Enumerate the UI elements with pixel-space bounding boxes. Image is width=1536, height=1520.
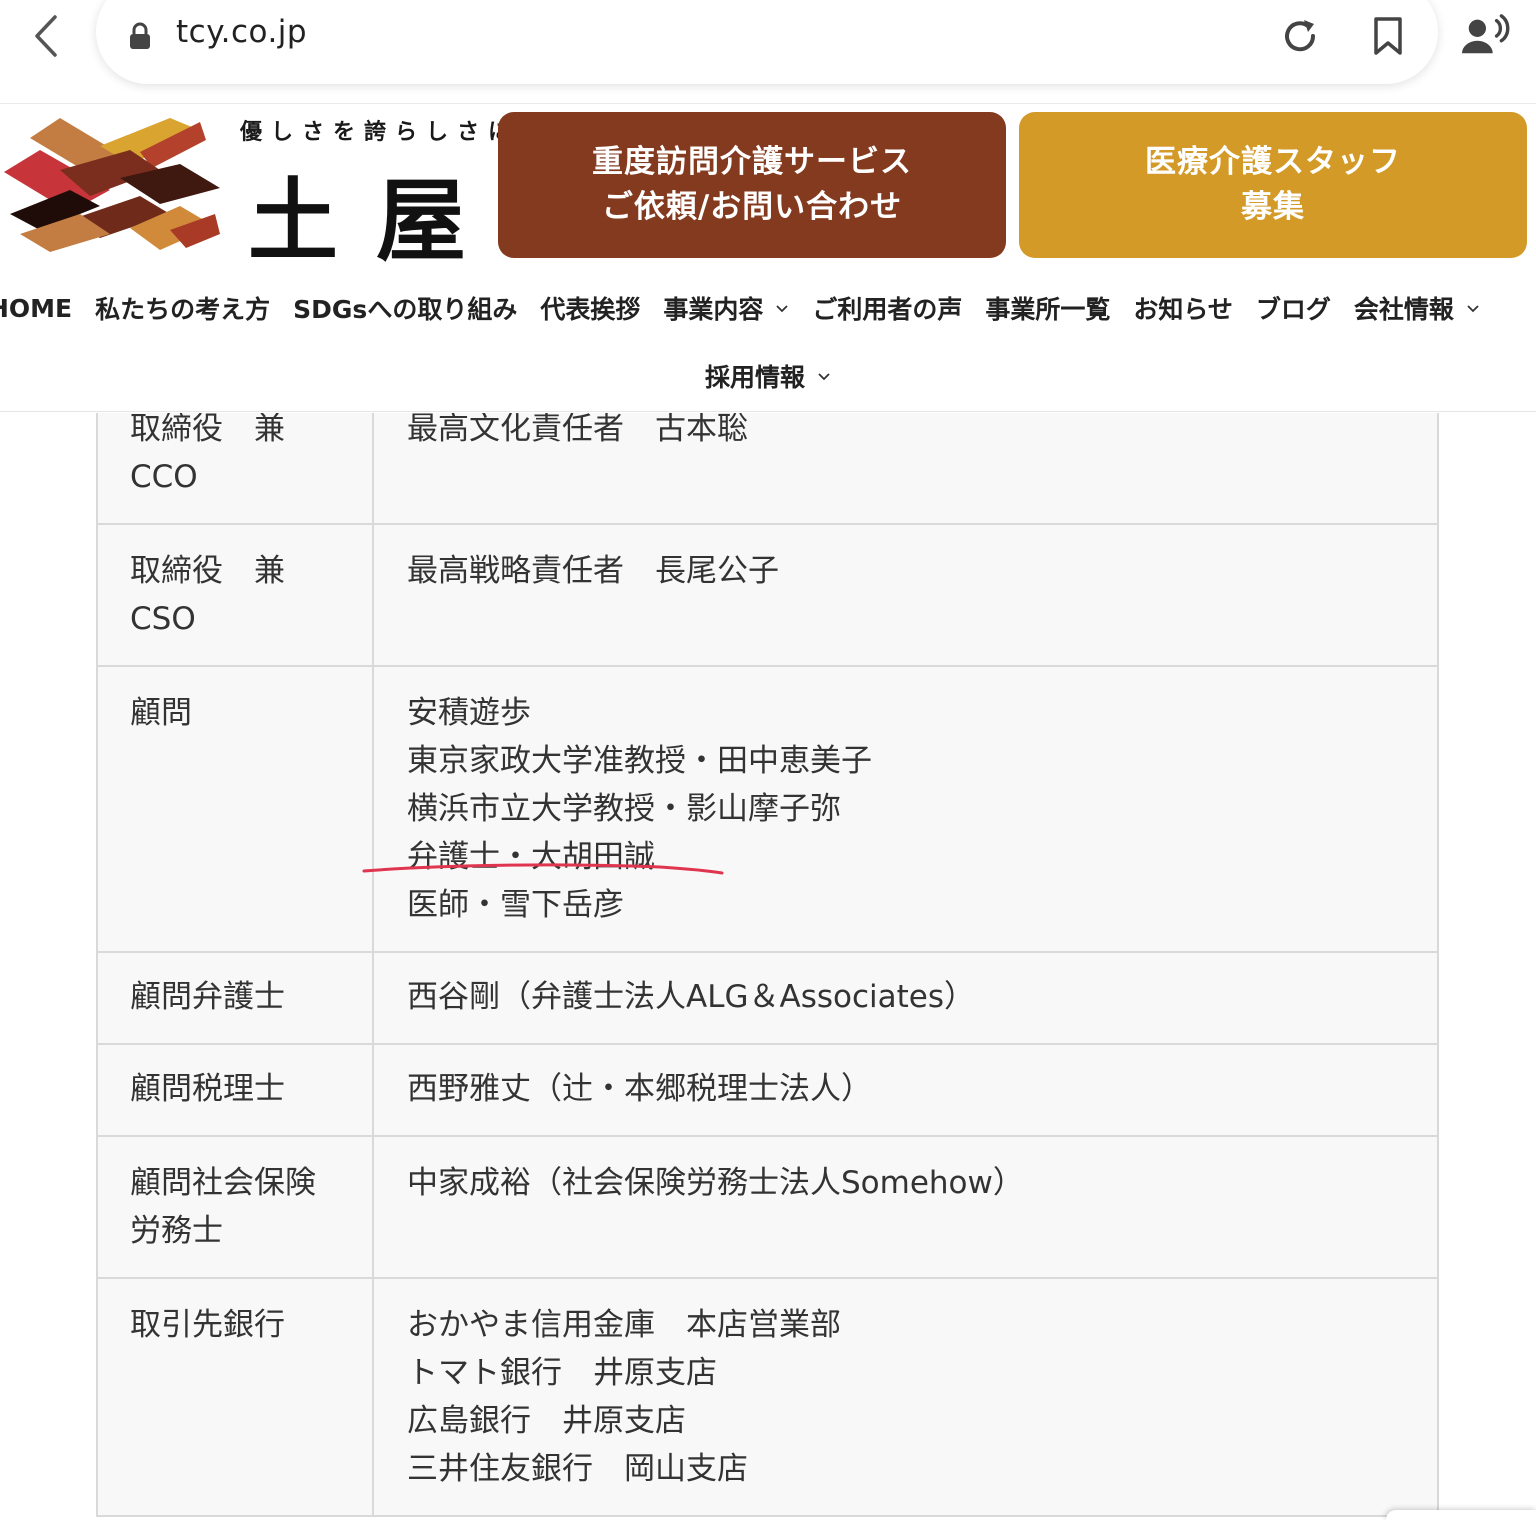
row-value: 中家成裕（社会保険労務士法人Somehow） — [372, 1135, 1439, 1279]
row-value: おかやま信用金庫 本店営業部 トマト銀行 井原支店 広島銀行 井原支店 三井住友… — [372, 1277, 1439, 1517]
reload-icon — [1285, 20, 1316, 52]
cta-visit-line2: ご依頼/お問い合わせ — [601, 189, 903, 225]
tagline: 優しさを誇らしさに — [240, 120, 520, 145]
row-label: 取引先銀行 — [96, 1277, 374, 1517]
nav-item-home[interactable]: HOME — [0, 294, 72, 323]
row-value: 西谷剛（弁護士法人ALG＆Associates） — [372, 951, 1439, 1045]
nav-item-company[interactable]: 会社情報 — [1354, 290, 1480, 326]
nav-item-sdgs[interactable]: SDGsへの取り組み — [293, 290, 517, 326]
row-label: 取締役 兼 CCO — [96, 413, 374, 525]
person-speaking-icon — [1462, 14, 1510, 54]
visit-care-inquiry-button[interactable]: 重度訪問介護サービス ご依頼/お問い合わせ — [498, 112, 1006, 258]
main-nav: HOME 私たちの考え方 SDGsへの取り組み 代表挨拶 事業内容 ご利用者の声… — [0, 280, 1503, 336]
row-value: 西野雅丈（辻・本郷税理士法人） — [372, 1043, 1439, 1137]
chevron-down-icon — [818, 373, 830, 381]
row-value: 最高戦略責任者 長尾公子 — [372, 523, 1439, 667]
row-label: 顧問税理士 — [96, 1043, 374, 1137]
read-aloud-button[interactable] — [1462, 12, 1510, 60]
row-label: 顧問社会保険 労務士 — [96, 1135, 374, 1279]
nav-item-news[interactable]: お知らせ — [1133, 290, 1233, 326]
table-row: 取引先銀行 おかやま信用金庫 本店営業部 トマト銀行 井原支店 広島銀行 井原支… — [96, 1277, 1439, 1517]
browser-toolbar: tcy.co.jp — [0, 0, 1536, 104]
row-label: 取締役 兼 CSO — [96, 523, 374, 667]
row-value: 最高文化責任者 古本聡 — [372, 413, 1439, 525]
table-row: 顧問税理士 西野雅丈（辻・本郷税理士法人） — [96, 1043, 1439, 1137]
lock-icon — [130, 22, 150, 49]
cta-staff-line2: 募集 — [1241, 189, 1305, 225]
staff-recruit-button[interactable]: 医療介護スタッフ 募集 — [1019, 112, 1527, 258]
nav-item-offices[interactable]: 事業所一覧 — [985, 290, 1110, 326]
chevron-down-icon — [776, 305, 788, 313]
nav-row-2: 採用情報 — [0, 352, 1536, 400]
table-row: 取締役 兼 CSO 最高戦略責任者 長尾公子 — [96, 523, 1439, 667]
nav-item-recruit[interactable]: 採用情報 — [705, 358, 831, 394]
logo-icon[interactable] — [0, 110, 228, 260]
company-info-section: 取締役 兼 CCO 最高文化責任者 古本聡 取締役 兼 CSO 最高戦略責任者 … — [0, 413, 1536, 1520]
brand-name[interactable]: 土屋 — [248, 148, 504, 278]
table-row: 顧問 安積遊歩 東京家政大学准教授・田中恵美子 横浜市立大学教授・影山摩子弥 弁… — [96, 665, 1439, 953]
table-row: 取締役 兼 CCO 最高文化責任者 古本聡 — [96, 413, 1439, 525]
table-row: 顧問弁護士 西谷剛（弁護士法人ALG＆Associates） — [96, 951, 1439, 1045]
row-label: 顧問弁護士 — [96, 951, 374, 1045]
chevron-down-icon — [1467, 305, 1479, 313]
nav-item-blog[interactable]: ブログ — [1256, 290, 1331, 326]
company-info-table: 取締役 兼 CCO 最高文化責任者 古本聡 取締役 兼 CSO 最高戦略責任者 … — [96, 413, 1439, 1517]
cta-staff-line1: 医療介護スタッフ — [1145, 144, 1401, 180]
nav-item-business[interactable]: 事業内容 — [663, 290, 789, 326]
cta-visit-line1: 重度訪問介護サービス — [592, 144, 912, 180]
nav-item-greeting[interactable]: 代表挨拶 — [540, 290, 640, 326]
row-value: 安積遊歩 東京家政大学准教授・田中恵美子 横浜市立大学教授・影山摩子弥 弁護士・… — [372, 665, 1439, 953]
site-header: 優しさを誇らしさに 土屋 重度訪問介護サービス ご依頼/お問い合わせ 医療介護ス… — [0, 104, 1536, 412]
chevron-left-icon — [35, 15, 57, 57]
reload-button[interactable] — [1276, 12, 1324, 60]
bookmark-button[interactable] — [1364, 12, 1412, 60]
url-text[interactable]: tcy.co.jp — [176, 14, 307, 50]
nav-item-philosophy[interactable]: 私たちの考え方 — [95, 290, 270, 326]
nav-item-voices[interactable]: ご利用者の声 — [812, 290, 962, 326]
bookmark-icon — [1374, 17, 1402, 55]
scroll-indicator — [1386, 1510, 1536, 1520]
row-label: 顧問 — [96, 665, 374, 953]
back-button[interactable] — [24, 10, 68, 62]
table-row: 顧問社会保険 労務士 中家成裕（社会保険労務士法人Somehow） — [96, 1135, 1439, 1279]
